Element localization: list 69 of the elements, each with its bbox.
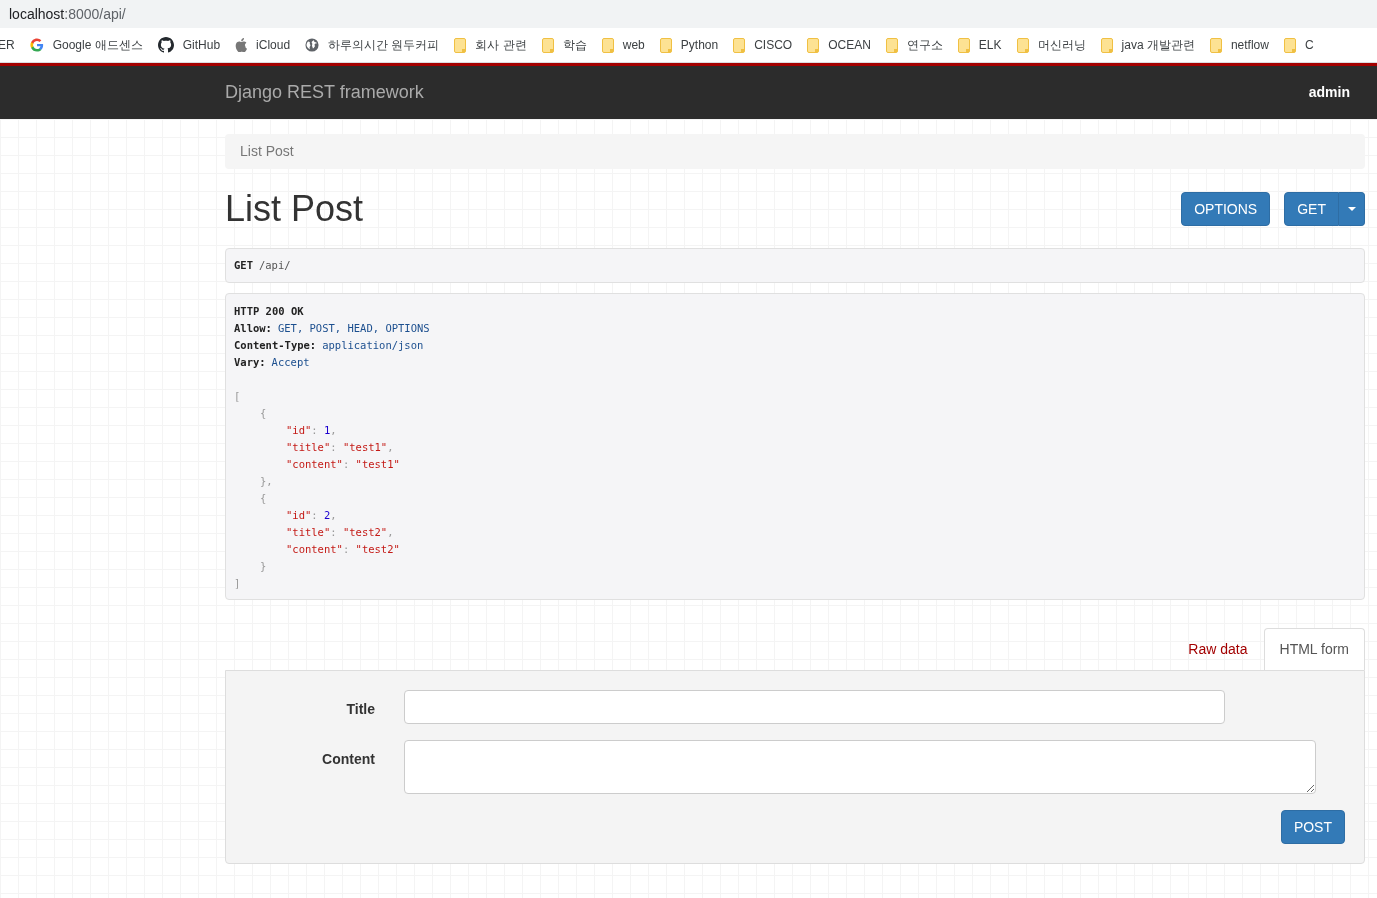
- bookmark-item[interactable]: iCloud: [235, 36, 291, 54]
- folder-icon: [957, 37, 970, 53]
- json-bracket: {: [260, 406, 267, 421]
- folder-icon: [541, 37, 554, 53]
- folder-icon: [885, 37, 898, 53]
- brand-link[interactable]: Django REST framework: [225, 79, 424, 106]
- header-value: GET, POST, HEAD, OPTIONS: [277, 321, 430, 336]
- json-line: "content": "test1": [286, 457, 400, 472]
- field-label: Title: [345, 700, 376, 719]
- request-path: /api/: [258, 257, 291, 273]
- json-line: "id": 2,: [286, 508, 337, 523]
- bookmark-item[interactable]: Python: [659, 36, 719, 54]
- json-line: "id": 1,: [286, 423, 337, 438]
- json-line: "title": "test1",: [286, 440, 394, 455]
- github-icon: [157, 37, 174, 53]
- bookmark-item[interactable]: CISCO: [733, 36, 793, 54]
- bookmark-item[interactable]: 연구소: [885, 36, 943, 54]
- header-value: Accept: [271, 355, 310, 370]
- json-bracket: },: [260, 474, 273, 489]
- response-status: HTTP 200 OK: [234, 304, 304, 319]
- google-g-icon: [29, 38, 44, 52]
- field-label: Content: [321, 750, 376, 769]
- json-line: "content": "test2": [286, 542, 400, 557]
- bookmark-item[interactable]: 학습: [541, 36, 587, 54]
- folder-icon: [1209, 37, 1222, 53]
- user-menu[interactable]: admin: [1308, 82, 1350, 103]
- bookmark-item[interactable]: Google 애드센스: [29, 36, 143, 54]
- breadcrumb-item[interactable]: List Post: [240, 141, 294, 162]
- caret-icon: [1347, 207, 1356, 211]
- bookmark-item[interactable]: netflow: [1209, 36, 1269, 54]
- bookmark-item[interactable]: C: [1283, 36, 1314, 54]
- bookmark-item[interactable]: java 개발관련: [1100, 36, 1195, 54]
- bookmark-item[interactable]: 하루의시간 원두커피: [305, 36, 440, 54]
- form-tab[interactable]: HTML form: [1263, 628, 1365, 670]
- header-name: Vary:: [234, 355, 266, 370]
- post-button[interactable]: POST: [1280, 810, 1345, 844]
- content-textarea[interactable]: [404, 740, 1316, 794]
- bookmark-item[interactable]: 회사 관련: [454, 36, 527, 54]
- folder-icon: [733, 37, 746, 53]
- bookmark-item[interactable]: OCEAN: [807, 36, 871, 54]
- json-line: "title": "test2",: [286, 525, 394, 540]
- json-bracket: [: [234, 389, 241, 404]
- bookmark-item[interactable]: ELK: [957, 36, 1002, 54]
- header-name: Allow:: [234, 321, 272, 336]
- header-value: application/json: [322, 338, 424, 353]
- json-bracket: ]: [234, 576, 241, 591]
- form-tab[interactable]: Raw data: [1172, 628, 1264, 670]
- page-title: List Post: [225, 190, 364, 228]
- folder-icon: [1283, 37, 1296, 53]
- folder-icon: [1100, 37, 1113, 53]
- dropdown-toggle[interactable]: [1339, 192, 1365, 226]
- folder-icon: [807, 37, 820, 53]
- folder-icon: [454, 37, 467, 53]
- title-input[interactable]: [404, 690, 1225, 724]
- get-button[interactable]: GET: [1284, 192, 1339, 226]
- json-bracket: }: [260, 559, 267, 574]
- address-bar[interactable]: localhost:8000/api/: [0, 0, 1377, 28]
- bookmark-item[interactable]: web: [601, 36, 645, 54]
- folder-icon: [601, 37, 614, 53]
- bookmark-item[interactable]: GitHub: [157, 36, 221, 54]
- globe-icon: [305, 38, 320, 52]
- apple-icon: [235, 38, 248, 52]
- folder-icon: [1016, 37, 1029, 53]
- request-method: GET: [234, 257, 253, 273]
- header-name: Content-Type:: [234, 338, 317, 353]
- folder-icon: [659, 37, 672, 53]
- json-bracket: {: [260, 491, 267, 506]
- options-button[interactable]: OPTIONS: [1181, 192, 1271, 226]
- bookmark-item[interactable]: 머신러닝: [1016, 36, 1086, 54]
